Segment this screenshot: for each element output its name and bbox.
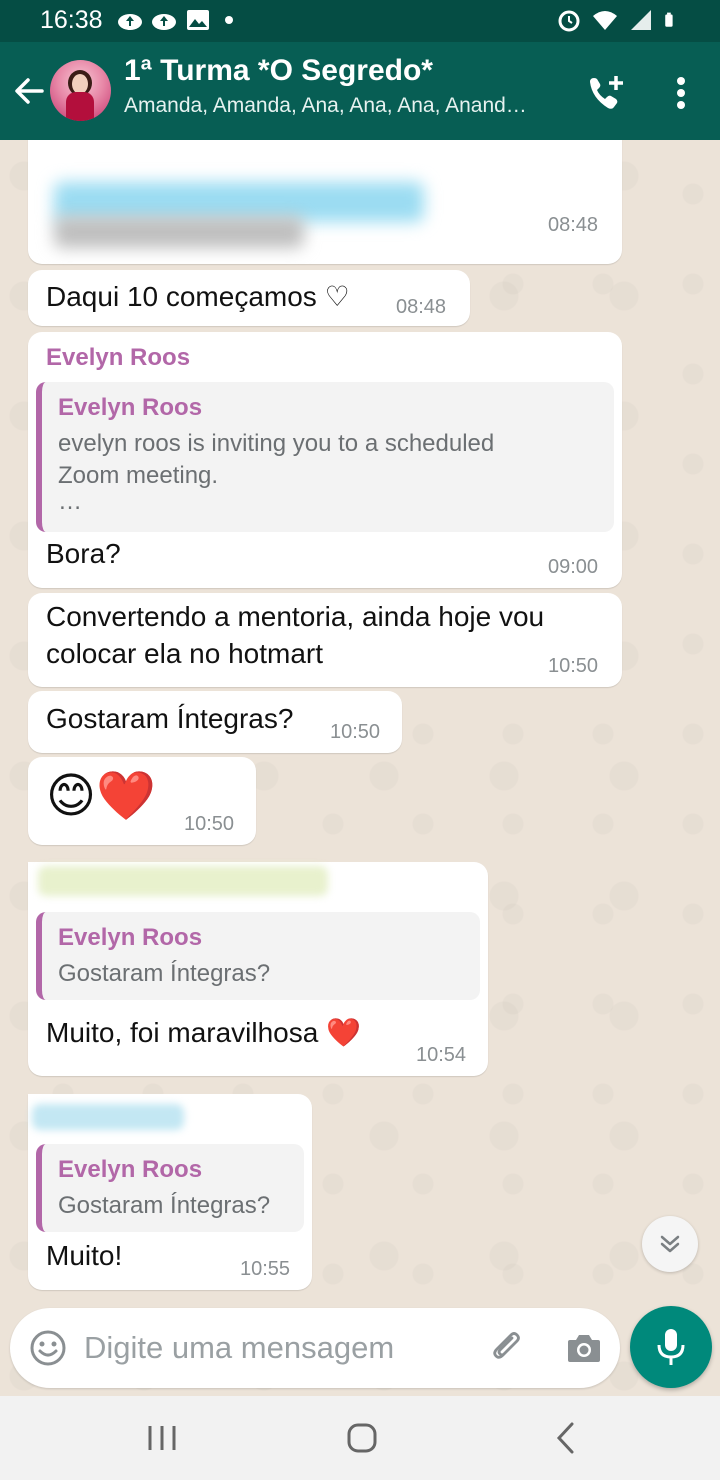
mic-button[interactable] bbox=[630, 1306, 712, 1388]
message-time: 08:48 bbox=[548, 214, 599, 236]
message-bubble[interactable]: Daqui 10 começamos ♡ 08:48 bbox=[28, 270, 470, 326]
message-time: 09:00 bbox=[548, 556, 599, 578]
drive-upload-icon bbox=[118, 14, 142, 30]
avatar-dress bbox=[66, 92, 94, 121]
add-call-icon[interactable] bbox=[586, 72, 628, 114]
system-nav-bar bbox=[0, 1396, 720, 1480]
home-icon[interactable] bbox=[342, 1418, 382, 1458]
message-text: Bora? bbox=[46, 538, 121, 569]
message-bubble[interactable]: Gostaram Íntegras? 10:50 bbox=[28, 691, 402, 753]
notification-icons bbox=[117, 8, 233, 32]
scroll-to-bottom-button[interactable] bbox=[642, 1216, 698, 1272]
more-vert-icon[interactable] bbox=[664, 72, 698, 114]
wifi-icon bbox=[593, 11, 617, 30]
image-icon bbox=[187, 10, 209, 30]
attach-icon[interactable] bbox=[488, 1328, 528, 1368]
emoji-icon[interactable] bbox=[28, 1328, 68, 1368]
quoted-message[interactable]: Evelyn Roos evelyn roos is inviting you … bbox=[36, 382, 614, 532]
camera-icon[interactable] bbox=[564, 1328, 604, 1368]
group-members: Amanda, Amanda, Ana, Ana, Ana, Anand… bbox=[124, 94, 527, 117]
quoted-sender: Evelyn Roos bbox=[58, 924, 203, 951]
message-text: Muito! bbox=[46, 1240, 123, 1271]
message-bubble[interactable]: 😊❤️ 10:50 bbox=[28, 757, 256, 845]
chat-header: 1ª Turma *O Segredo* Amanda, Amanda, Ana… bbox=[0, 42, 720, 140]
message-time: 10:54 bbox=[416, 1044, 467, 1066]
signal-icon bbox=[631, 10, 651, 30]
message-bubble[interactable]: 08:48 bbox=[28, 140, 622, 264]
group-title: 1ª Turma *O Segredo* bbox=[124, 54, 433, 87]
message-bubble[interactable]: Evelyn Roos Evelyn Roos evelyn roos is i… bbox=[28, 332, 622, 588]
sender-name: Evelyn Roos bbox=[46, 344, 191, 371]
message-time: 10:50 bbox=[184, 813, 235, 835]
message-time: 10:55 bbox=[240, 1258, 291, 1280]
message-text: colocar ela no hotmart bbox=[46, 638, 324, 669]
quoted-message[interactable]: Evelyn Roos Gostaram Íntegras? bbox=[36, 912, 480, 1000]
quoted-text: Gostaram Íntegras? bbox=[58, 1192, 271, 1219]
message-bubble[interactable]: Convertendo a mentoria, ainda hoje vou c… bbox=[28, 593, 622, 687]
group-avatar[interactable] bbox=[50, 60, 111, 121]
emoji-message: 😊❤️ bbox=[46, 770, 156, 823]
quoted-message[interactable]: Evelyn Roos Gostaram Íntegras? bbox=[36, 1144, 304, 1232]
avatar-face bbox=[72, 74, 88, 94]
message-bubble[interactable]: Evelyn Roos Gostaram Íntegras? Muito, fo… bbox=[28, 862, 488, 1076]
drive-upload-icon bbox=[152, 14, 176, 30]
status-bar: 16:38 bbox=[0, 0, 720, 42]
message-text: Convertendo a mentoria, ainda hoje vou bbox=[46, 601, 545, 632]
message-time: 08:48 bbox=[396, 296, 447, 318]
group-info[interactable]: 1ª Turma *O Segredo* Amanda, Amanda, Ana… bbox=[124, 54, 564, 118]
alarm-icon bbox=[558, 10, 580, 32]
message-input[interactable] bbox=[84, 1326, 464, 1370]
system-icons bbox=[556, 8, 680, 32]
message-text: Gostaram Íntegras? bbox=[46, 703, 294, 734]
battery-icon bbox=[665, 12, 673, 27]
quoted-sender: Evelyn Roos bbox=[58, 1156, 203, 1183]
message-bubble[interactable]: Evelyn Roos Gostaram Íntegras? Muito! 10… bbox=[28, 1094, 312, 1290]
blurred-sender bbox=[32, 1104, 184, 1130]
quoted-text: evelyn roos is inviting you to a schedul… bbox=[58, 430, 495, 457]
quoted-sender: Evelyn Roos bbox=[58, 394, 203, 421]
back-arrow-icon[interactable] bbox=[10, 72, 48, 110]
chat-area[interactable]: 08:48 Daqui 10 começamos ♡ 08:48 Evelyn … bbox=[0, 140, 720, 1396]
message-time: 10:50 bbox=[548, 655, 599, 677]
blurred-content bbox=[54, 216, 304, 248]
message-text: Muito, foi maravilhosa ❤️ bbox=[46, 1017, 361, 1048]
double-chevron-down-icon bbox=[660, 1235, 680, 1253]
status-time: 16:38 bbox=[40, 6, 103, 34]
message-composer bbox=[10, 1308, 620, 1388]
quoted-text: … bbox=[58, 488, 82, 515]
quoted-text: Zoom meeting. bbox=[58, 462, 219, 489]
message-time: 10:50 bbox=[330, 721, 381, 743]
recent-apps-icon[interactable] bbox=[142, 1418, 182, 1458]
quoted-text: Gostaram Íntegras? bbox=[58, 960, 271, 987]
back-nav-icon[interactable] bbox=[546, 1418, 586, 1458]
more-notifications-icon bbox=[225, 16, 233, 24]
mic-icon bbox=[657, 1329, 685, 1365]
message-text: Daqui 10 começamos ♡ bbox=[46, 281, 350, 312]
blurred-sender bbox=[38, 866, 328, 896]
